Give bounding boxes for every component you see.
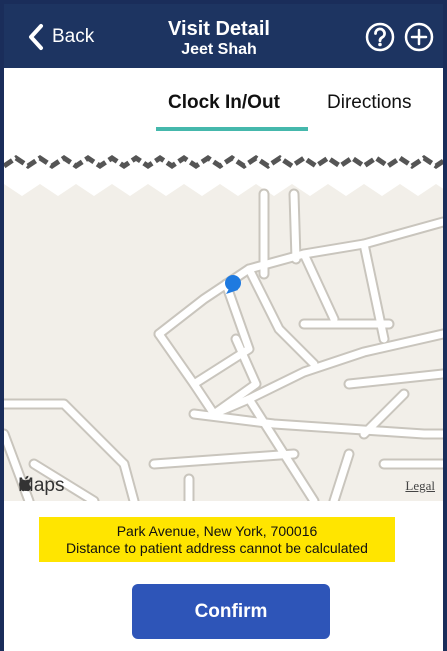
map-view[interactable]: Maps Legal [4,134,443,501]
page-title: Visit Detail [168,18,270,40]
plus-circle-icon[interactable] [404,22,434,52]
patient-address: Park Avenue, New York, 700016 [116,523,318,539]
back-label: Back [52,26,95,47]
tab-bar: Clock In/Out Directions [4,68,443,134]
tab-clock-in-out[interactable]: Clock In/Out [168,92,280,114]
patient-name: Jeet Shah [181,41,257,58]
legal-link[interactable]: Legal [405,478,435,494]
tab-directions[interactable]: Directions [327,92,411,114]
confirm-button[interactable]: Confirm [132,584,330,639]
question-circle-icon[interactable] [365,22,395,52]
header-title-group: Visit Detail Jeet Shah [134,18,304,59]
distance-status: Distance to patient address cannot be ca… [66,540,368,556]
chevron-left-icon [29,24,43,50]
back-button[interactable]: Back [26,22,94,52]
maps-attribution: Maps [18,475,64,497]
address-banner: Park Avenue, New York, 700016 Distance t… [39,517,395,562]
header-bar: Back Visit Detail Jeet Shah [4,4,443,68]
active-tab-indicator [156,127,308,131]
apple-logo-icon [19,475,32,492]
map-canvas [4,134,443,501]
visit-detail-screen: Back Visit Detail Jeet Shah Clock In/Out… [4,4,443,651]
